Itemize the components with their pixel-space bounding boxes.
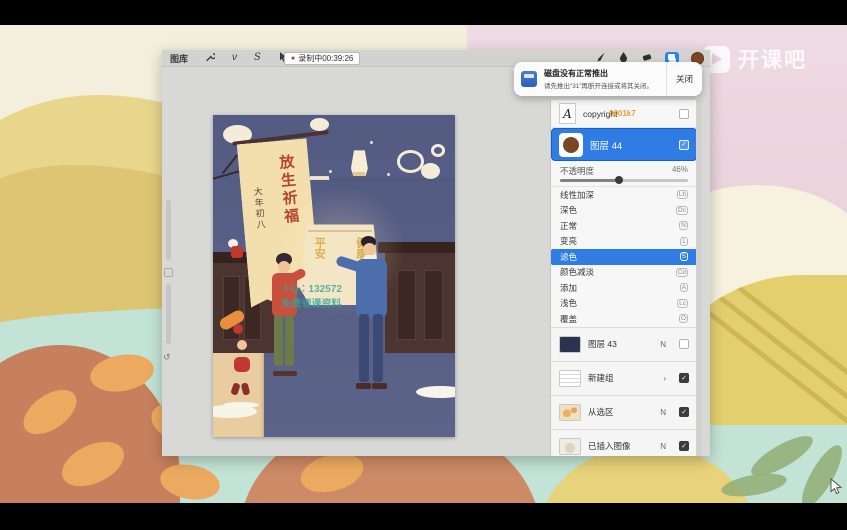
blend-badge[interactable]: N: [660, 340, 666, 349]
group-thumbnail: [559, 370, 581, 387]
blend-mode-darker-color[interactable]: 深色Dc: [551, 203, 697, 219]
layer-visibility-checkbox[interactable]: ✓: [679, 140, 689, 150]
opacity-label: 不透明度: [560, 165, 594, 177]
notification-close-button[interactable]: 关闭: [666, 62, 702, 96]
layers-panel: A copyright 0001k7 图层 44 ✓ 不透明度 46%: [550, 100, 702, 456]
sky-dot: [370, 141, 373, 144]
blend-mode-lighter-color[interactable]: 浅色Lc: [551, 296, 697, 312]
cloud: [310, 118, 329, 131]
layer-row-44-selected[interactable]: 图层 44 ✓: [551, 128, 697, 161]
inserted-image-thumbnail: [559, 438, 581, 455]
layer-row-from-selection[interactable]: 从选区 N ✓: [551, 395, 697, 429]
canvas[interactable]: 放生祈福 大年初八 平安 健康: [213, 115, 455, 437]
recording-dot-icon: ●: [291, 55, 295, 62]
blend-mode-color-dodge[interactable]: 颜色减淡Cd: [551, 265, 697, 281]
layer-name: 图层 44: [590, 138, 622, 152]
layer-row-43[interactable]: 图层 43 N: [551, 327, 697, 361]
text-layer-thumbnail: A: [559, 103, 576, 124]
banner-subtitle: 大年初八: [251, 186, 268, 231]
opacity-slider-thumb[interactable]: [615, 176, 623, 184]
blend-symbol: L: [680, 237, 688, 246]
blend-symbol: O: [679, 314, 688, 323]
gallery-button[interactable]: 图库: [170, 52, 188, 65]
blend-symbol: Cd: [676, 268, 688, 277]
man-figure: [339, 234, 395, 389]
blend-mode-linear-burn[interactable]: 线性加深Lb: [551, 187, 697, 203]
blend-symbol: Dc: [676, 206, 688, 215]
blend-symbol: A: [680, 283, 688, 292]
canvas-watermark-line2: 免费领课资料: [281, 297, 342, 312]
blend-mode-add[interactable]: 添加A: [551, 280, 697, 296]
blend-symbol: Lb: [677, 190, 688, 199]
blend-mode-screen-selected[interactable]: 滤色S: [551, 249, 697, 265]
blend-badge[interactable]: N: [660, 408, 666, 417]
group-chevron[interactable]: ›: [663, 374, 666, 383]
sky-lantern: [351, 150, 368, 176]
woman-figure: [261, 253, 305, 375]
layer-row-new-group[interactable]: 新建组 › ✓: [551, 361, 697, 395]
cloud: [431, 144, 446, 157]
actions-wrench-icon[interactable]: [205, 52, 215, 65]
opacity-value: 46%: [672, 165, 688, 174]
sky-dot: [329, 170, 332, 173]
blend-symbol: N: [679, 221, 688, 230]
notification-message: 请先推出“31”再断开连接或将其关闭。: [544, 80, 666, 90]
layer-44-thumbnail: [559, 133, 583, 157]
layer-visibility-checkbox[interactable]: [679, 109, 689, 119]
recording-badge: ● 录制中00:39:26: [284, 52, 360, 65]
brush-opacity-slider[interactable]: [166, 284, 171, 344]
layer-row-copyright[interactable]: A copyright 0001k7: [551, 100, 697, 128]
door: [397, 270, 416, 341]
child-figure: [223, 328, 259, 405]
blend-badge[interactable]: N: [660, 442, 666, 451]
undo-icon[interactable]: ↺: [163, 352, 171, 363]
lantern-text-left: 平安: [311, 237, 327, 259]
layer-43-thumbnail: [559, 336, 581, 353]
selection-tool-icon[interactable]: S: [254, 53, 261, 63]
blend-mode-lighten[interactable]: 变亮L: [551, 234, 697, 250]
opacity-slider[interactable]: [560, 179, 688, 182]
layer-visibility-checkbox[interactable]: [679, 339, 689, 349]
notification-title: 磁盘没有正常推出: [544, 68, 666, 79]
procreate-window: 图库 ν S ● 录制中00:39:26: [162, 50, 710, 456]
goat-figure: [228, 239, 250, 262]
panel-scrollbar[interactable]: [696, 100, 702, 456]
layer-visibility-checkbox[interactable]: ✓: [679, 441, 689, 451]
blend-symbol: S: [680, 252, 688, 261]
sky-dot: [387, 173, 390, 176]
orange-watermark: 0001k7: [609, 109, 636, 118]
brush-size-slider[interactable]: [166, 200, 171, 260]
disk-icon: [521, 71, 537, 87]
cloud: [421, 163, 440, 179]
blend-symbol: Lc: [677, 299, 688, 308]
disk-notification: 磁盘没有正常推出 请先推出“31”再断开连接或将其关闭。 关闭: [514, 62, 702, 96]
sky-dot: [419, 154, 422, 157]
selection-layer-thumbnail: [559, 404, 581, 421]
canvas-watermark: ＋Q∶132572 免费领课资料: [281, 282, 342, 312]
layer-visibility-checkbox[interactable]: ✓: [679, 373, 689, 383]
layer-row-inserted-image[interactable]: 已插入图像 N ✓: [551, 429, 697, 457]
adjustments-wand-icon[interactable]: ν: [232, 53, 237, 63]
layer-visibility-checkbox[interactable]: ✓: [679, 407, 689, 417]
opacity-section: 不透明度 46%: [551, 161, 697, 187]
modify-button[interactable]: [164, 268, 173, 277]
screenshot-stage: ⌄ 开课吧 图库 ν S ● 录制中00:39:26: [0, 0, 847, 530]
blend-mode-normal[interactable]: 正常N: [551, 218, 697, 234]
kaikeba-logo: 开课吧: [703, 44, 807, 74]
blend-mode-overlay[interactable]: 覆盖O: [551, 311, 697, 327]
recording-timer: 录制中00:39:26: [298, 53, 353, 64]
door: [424, 270, 443, 341]
kaikeba-logo-text: 开课吧: [738, 44, 807, 74]
canvas-watermark-line1: ＋Q∶132572: [281, 282, 342, 297]
mouse-cursor: [830, 478, 843, 500]
